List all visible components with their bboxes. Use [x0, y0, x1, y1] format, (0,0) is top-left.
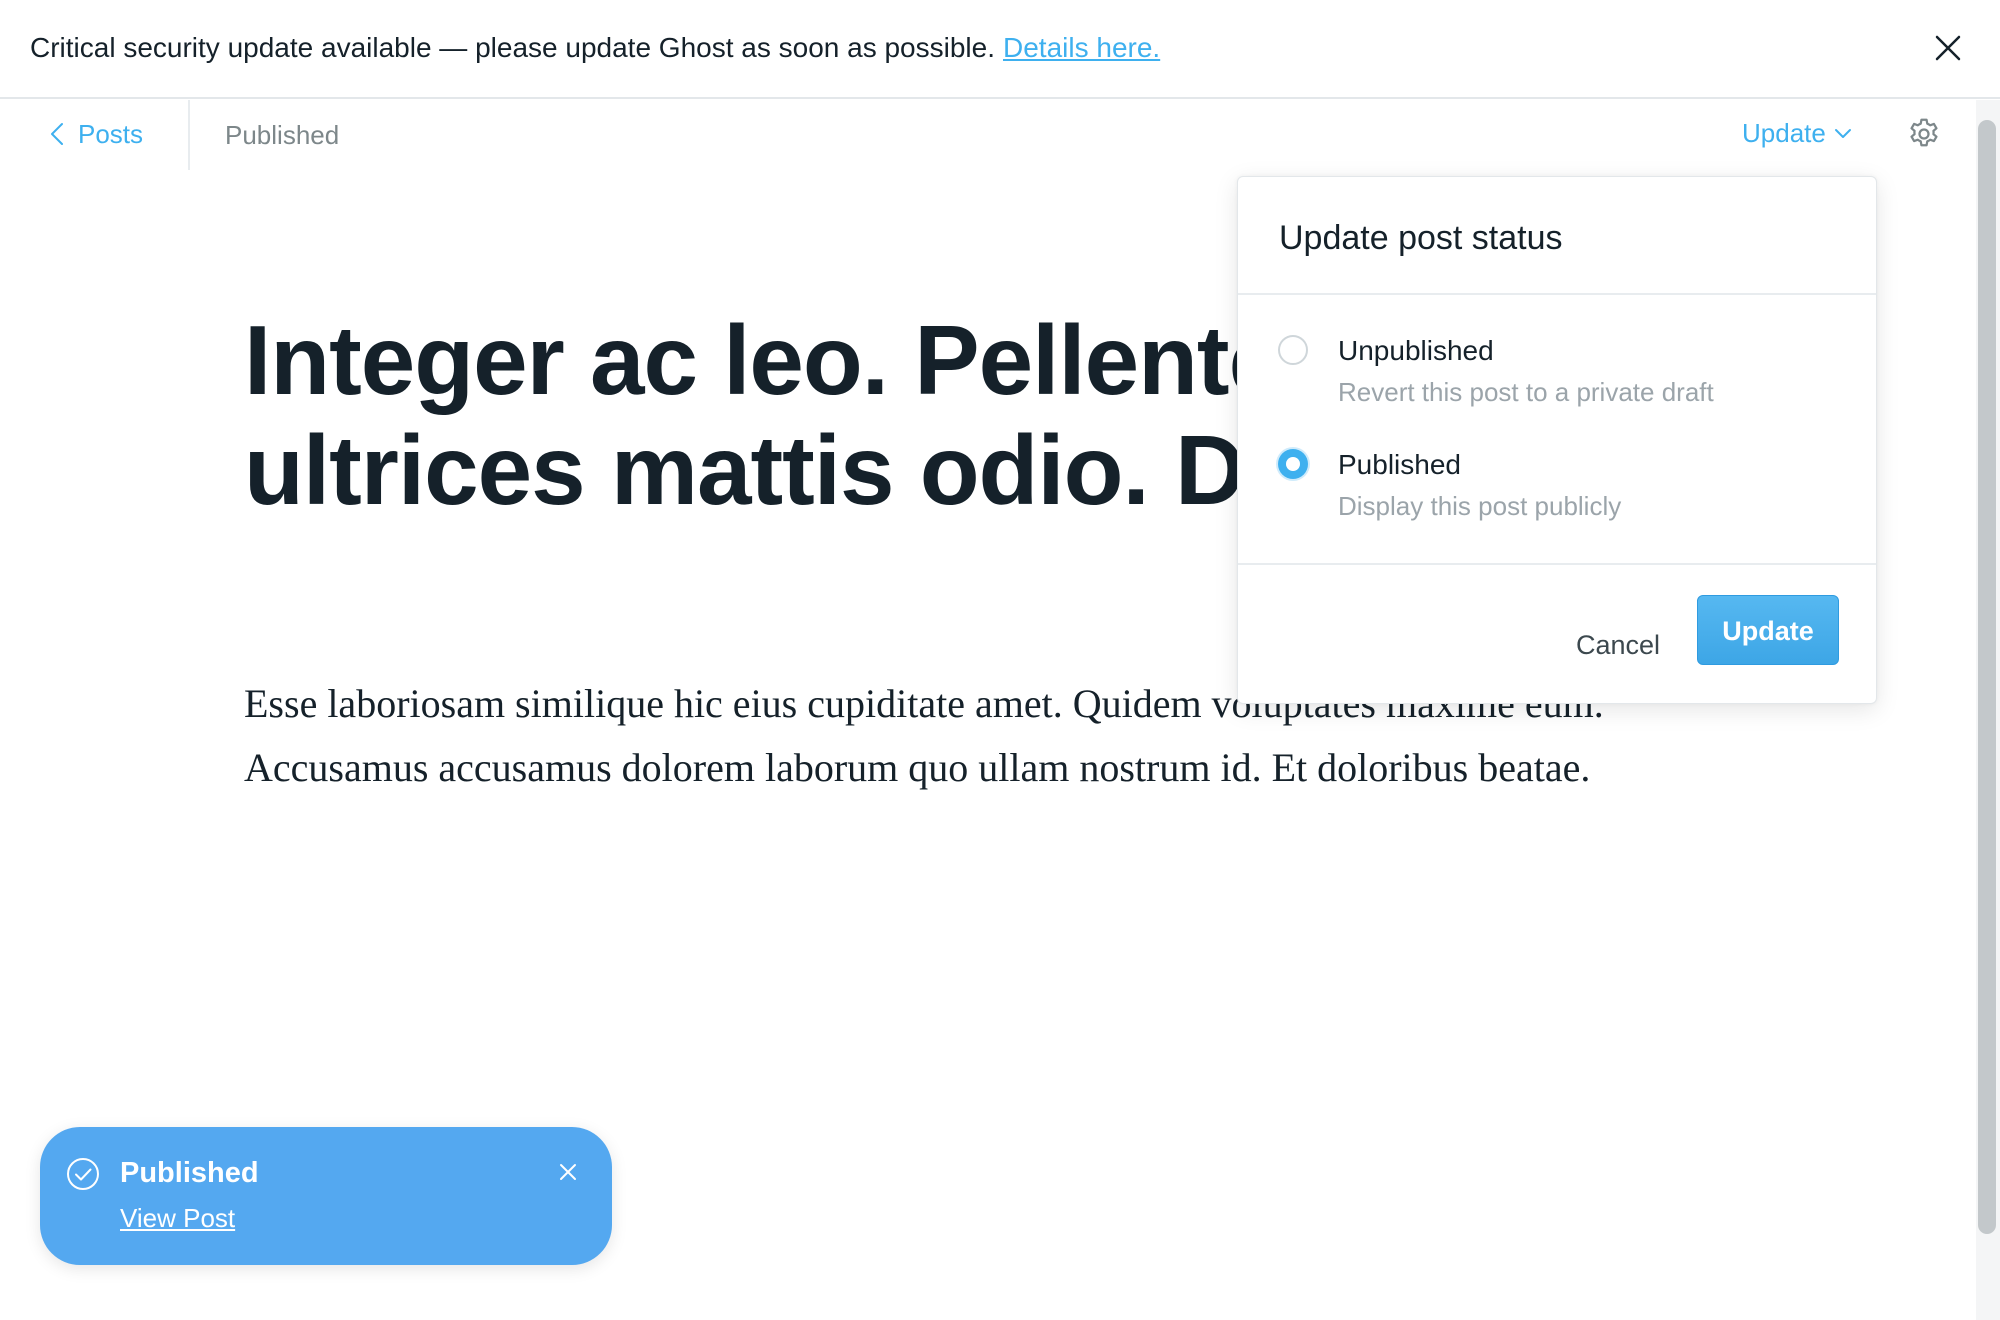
check-circle-icon	[67, 1158, 99, 1190]
option-published[interactable]: Published Display this post publicly	[1238, 441, 1876, 531]
chevron-down-icon	[1834, 128, 1851, 138]
published-toast: Published View Post	[40, 1127, 612, 1265]
post-status-text: Published	[225, 120, 340, 150]
update-menu-label: Update	[1742, 118, 1826, 148]
security-banner: Critical security update available — ple…	[0, 0, 2000, 99]
unpublished-radio[interactable]	[1278, 335, 1308, 365]
toast-title: Published	[120, 1157, 259, 1189]
option-label: Published	[1338, 449, 1461, 480]
dropdown-divider	[1238, 293, 1876, 295]
dropdown-title: Update post status	[1279, 219, 1563, 257]
banner-details-link[interactable]: Details here.	[1003, 32, 1160, 63]
option-description: Revert this post to a private draft	[1338, 377, 1714, 407]
dropdown-divider	[1238, 563, 1876, 565]
close-icon[interactable]	[1932, 32, 1964, 64]
option-unpublished[interactable]: Unpublished Revert this post to a privat…	[1238, 327, 1876, 417]
close-icon[interactable]	[556, 1160, 580, 1184]
option-label: Unpublished	[1338, 335, 1494, 366]
scrollbar-thumb[interactable]	[1978, 120, 1996, 1234]
update-menu-trigger[interactable]: Update	[1742, 118, 1852, 149]
editor-header: Posts Published Update	[0, 100, 1976, 170]
banner-message: Critical security update available — ple…	[30, 32, 1160, 64]
update-status-dropdown: Update post status Unpublished Revert th…	[1237, 176, 1877, 704]
back-link-label: Posts	[78, 118, 144, 149]
view-post-link[interactable]: View Post	[120, 1203, 235, 1234]
option-description: Display this post publicly	[1338, 491, 1622, 521]
chevron-left-icon	[51, 123, 63, 145]
back-to-posts-link[interactable]: Posts	[50, 114, 143, 154]
published-radio[interactable]	[1278, 449, 1308, 479]
banner-message-text: Critical security update available — ple…	[30, 32, 995, 63]
update-button[interactable]: Update	[1697, 595, 1839, 665]
header-divider	[188, 100, 190, 170]
gear-icon[interactable]	[1906, 116, 1942, 152]
cancel-button[interactable]: Cancel	[1548, 615, 1688, 675]
